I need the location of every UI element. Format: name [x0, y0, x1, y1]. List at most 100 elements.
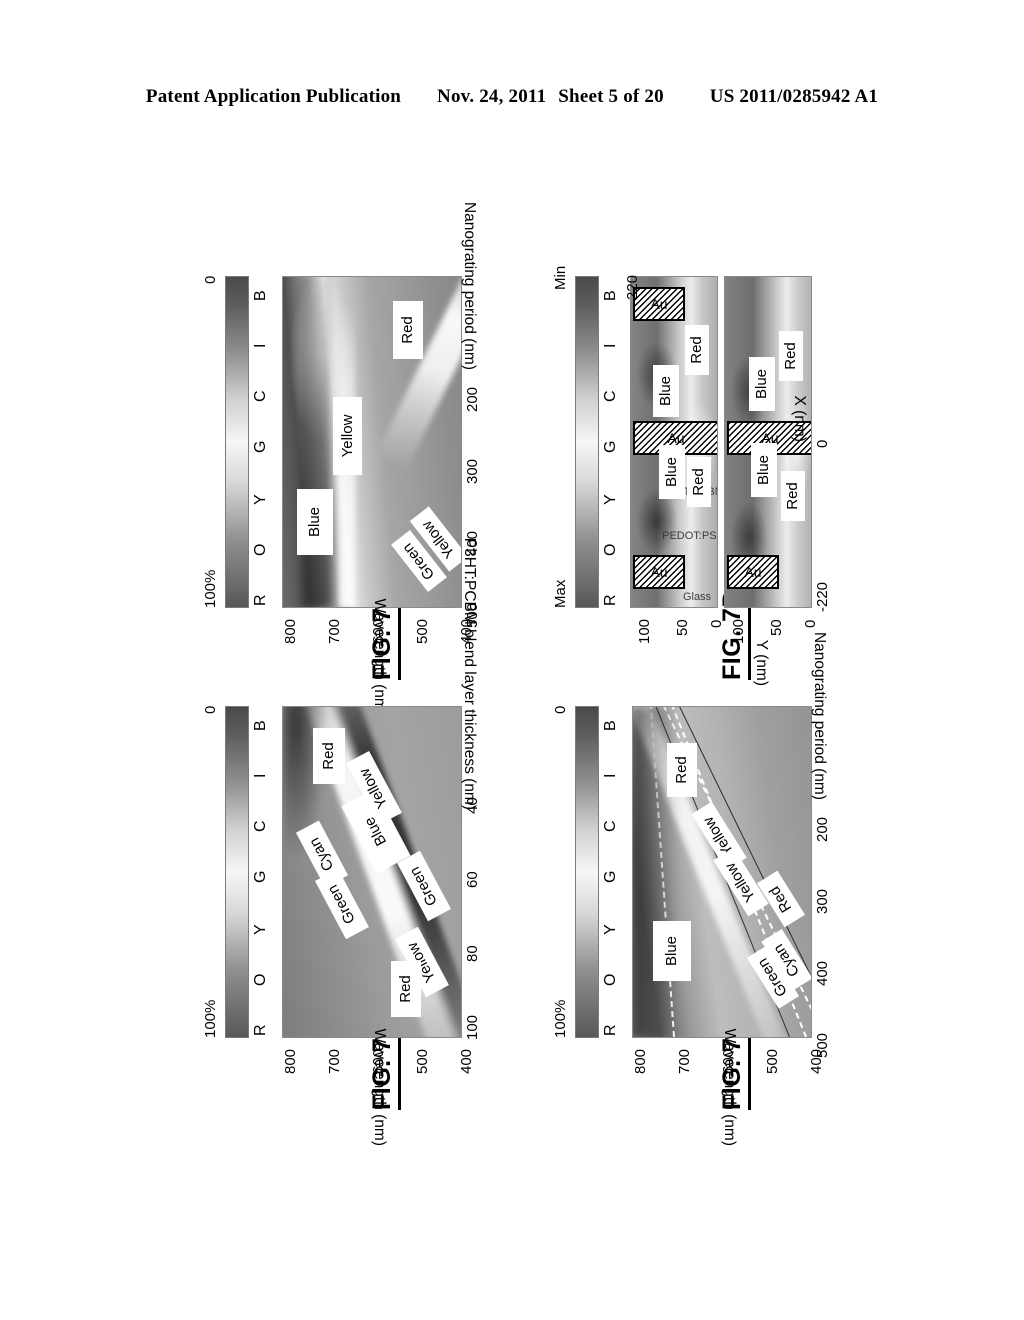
- fig7c-colorbar-letters: R O Y G C I B: [602, 708, 624, 1038]
- colorbar-letter-G: G: [602, 870, 619, 883]
- metal-block-label: Au: [650, 296, 668, 312]
- fig7c-ytick-800: 800: [632, 1048, 649, 1074]
- colorbar-letter-Y: Y: [602, 924, 619, 935]
- fig7d-panel-top: Au Au Au Glass PEDOT:PSS P3HT:PCBM Al Bl…: [630, 276, 718, 608]
- colorbar-letter-R: R: [252, 1024, 269, 1036]
- fig7c-label-blue: Blue: [653, 921, 691, 981]
- colorbar-letter-I: I: [252, 773, 269, 778]
- colorbar-letter-C: C: [252, 820, 269, 832]
- fig7d-colorbar-min: Min: [552, 265, 569, 290]
- colorbar-letter-B: B: [252, 290, 269, 301]
- colorbar-letter-B: B: [252, 720, 269, 731]
- header-sheet: Sheet 5 of 20: [558, 86, 664, 107]
- fig7b-plot: Blue Yellow Red Green Yellow: [282, 276, 462, 608]
- fig7b-label-blue: Blue: [297, 489, 333, 555]
- fig7a-x-axis-title: P3HT:PCBM blend layer thickness (nm): [461, 537, 478, 810]
- fig7d-colorbar-max: Max: [552, 579, 569, 608]
- metal-block-label: Au: [667, 430, 685, 446]
- colorbar-letter-I: I: [602, 343, 619, 348]
- fig7d-top-label-red-1: Red: [687, 457, 711, 507]
- fig7a-xtick-60: 60: [464, 871, 481, 888]
- header-patent-number: US 2011/0285942 A1: [709, 86, 879, 107]
- fig7a-colorbar-min: 0: [202, 705, 219, 714]
- fig7d-top-label-blue-2: Blue: [653, 365, 679, 417]
- fig7a-ytick-400: 400: [458, 1048, 475, 1074]
- colorbar-letter-Y: Y: [252, 924, 269, 935]
- fig7d-top-ytick-100: 100: [636, 618, 653, 644]
- fig7a-ytick-700: 700: [326, 1048, 343, 1074]
- fig7d-colorbar: [575, 276, 599, 608]
- fig7b-colorbar-max: 100%: [202, 569, 219, 608]
- fig7c-ytick-500: 500: [764, 1048, 781, 1074]
- fig7b-label-yellow: Yellow: [333, 397, 362, 475]
- fig7d-bottom-label-blue-2: Blue: [751, 443, 777, 497]
- fig7d-colorbar-letters: R O Y G C I B: [602, 278, 624, 608]
- fig7b-colorbar-min: 0: [202, 275, 219, 284]
- figure-7c: FIG. 7C 100% 0 R O Y G C I B Blue Yellow…: [540, 632, 831, 1146]
- colorbar-letter-C: C: [602, 820, 619, 832]
- figure-7a: FIG. 7A 100% 0 R O Y G C I B Cyan Green …: [190, 538, 481, 1146]
- fig7b-ytick-800: 800: [282, 618, 299, 644]
- colorbar-letter-O: O: [602, 543, 619, 556]
- fig7c-xtick-200: 200: [814, 816, 831, 842]
- fig7d-bottom-ytick-0: 0: [802, 619, 819, 628]
- fig7b-x-axis-title: Nanograting period (nm): [461, 201, 478, 370]
- colorbar-letter-B: B: [602, 290, 619, 301]
- colorbar-letter-C: C: [602, 390, 619, 402]
- fig7a-y-axis-title: Wavelength (nm): [371, 1028, 388, 1146]
- fig7a-xtick-100: 100: [464, 1014, 481, 1040]
- header-date: Nov. 24, 2011: [437, 86, 547, 107]
- colorbar-letter-I: I: [602, 773, 619, 778]
- fig7d-y-axis-title: Y (nm): [753, 639, 770, 686]
- fig7d-xtick-0: 0: [814, 439, 831, 448]
- colorbar-letter-I: I: [252, 343, 269, 348]
- fig7b-dark-band: [301, 277, 331, 607]
- fig7c-x-axis-title: Nanograting period (nm): [811, 631, 828, 800]
- colorbar-letter-G: G: [252, 440, 269, 453]
- colorbar-letter-R: R: [602, 594, 619, 606]
- figure-7b: FIG. 7B 100% 0 R O Y G C I B Blue Yellow…: [190, 202, 481, 716]
- colorbar-letter-O: O: [252, 543, 269, 556]
- metal-block-label: Au: [744, 564, 762, 580]
- fig7b-xtick-200: 200: [464, 386, 481, 412]
- colorbar-letter-O: O: [252, 973, 269, 986]
- fig7b-ytick-700: 700: [326, 618, 343, 644]
- fig7d-bottom-label-red-2: Red: [779, 331, 803, 381]
- fig7d-top-label-red-2: Red: [685, 325, 709, 375]
- fig7b-xtick-300: 300: [464, 458, 481, 484]
- figure-7d: FIG. 7D Max Min R O Y G C I B Au Au Au G…: [540, 260, 831, 686]
- fig7a-colorbar-letters: R O Y G C I B: [252, 708, 274, 1038]
- fig7b-colorbar: [225, 276, 249, 608]
- fig7d-layer-label-pedot: PEDOT:PSS: [662, 530, 718, 543]
- fig7c-colorbar: [575, 706, 599, 1038]
- fig7d-x-axis-title: X (nm): [791, 395, 808, 443]
- colorbar-letter-R: R: [602, 1024, 619, 1036]
- fig7a-xtick-80: 80: [464, 945, 481, 962]
- fig7c-colorbar-max: 100%: [552, 999, 569, 1038]
- fig7d-layer-label-glass: Glass: [682, 590, 712, 603]
- colorbar-letter-Y: Y: [602, 494, 619, 505]
- colorbar-letter-B: B: [602, 720, 619, 731]
- fig7d-metal-block-au-4: Au: [727, 555, 779, 589]
- fig7a-label-red: Red: [313, 728, 345, 784]
- fig7c-xtick-500: 500: [814, 1032, 831, 1058]
- fig7c-ytick-700: 700: [676, 1048, 693, 1074]
- fig7a-label-red-2: Red: [391, 961, 421, 1017]
- colorbar-letter-C: C: [252, 390, 269, 402]
- fig7d-panel-bottom: Au Au Blue Blue Red Red: [724, 276, 812, 608]
- fig7d-xtick-neg220: -220: [814, 581, 831, 612]
- colorbar-letter-O: O: [602, 973, 619, 986]
- header-publication: Patent Application Publication: [145, 86, 402, 107]
- fig7d-top-label-blue-1: Blue: [659, 445, 685, 499]
- fig7b-ytick-500: 500: [414, 618, 431, 644]
- fig7d-bottom-ytick-50: 50: [768, 619, 785, 636]
- fig7b-colorbar-letters: R O Y G C I B: [252, 278, 274, 608]
- fig7d-top-ytick-0: 0: [708, 619, 725, 628]
- colorbar-letter-R: R: [252, 594, 269, 606]
- fig7b-label-red: Red: [393, 301, 423, 359]
- fig7d-bottom-ytick-100: 100: [730, 618, 747, 644]
- colorbar-letter-G: G: [252, 870, 269, 883]
- fig7a-label-green: Green: [315, 868, 369, 940]
- colorbar-letter-G: G: [602, 440, 619, 453]
- fig7d-metal-block-au-1: Au: [633, 555, 685, 589]
